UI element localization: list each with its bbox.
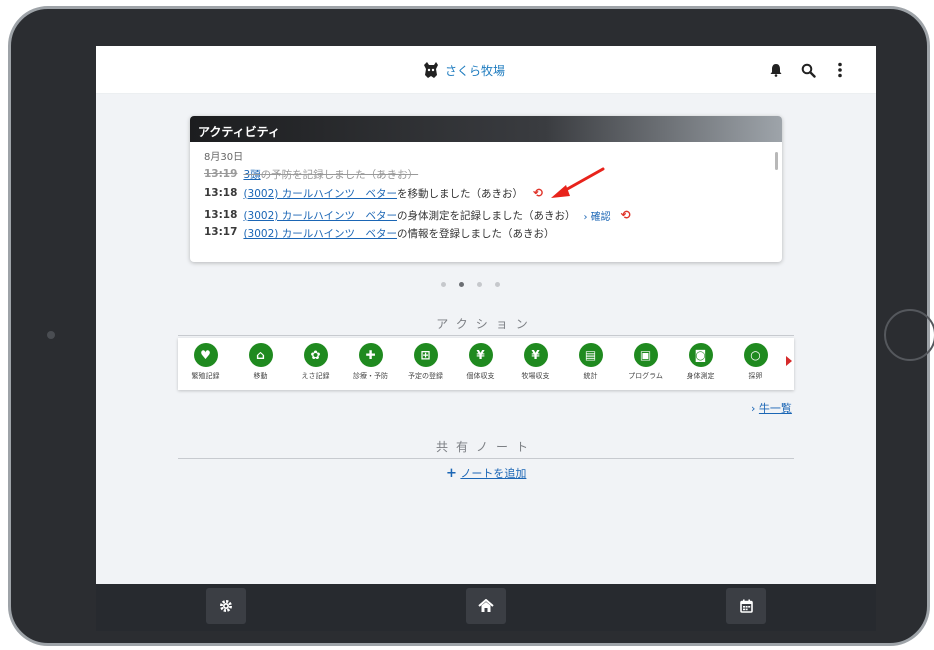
cow-list-link[interactable]: › 牛一覧 <box>751 400 792 416</box>
carousel-dots <box>441 282 500 287</box>
activity-cow-link[interactable]: (3002) カールハインツ ベター <box>243 208 397 223</box>
settings-button[interactable] <box>206 588 246 624</box>
activity-title: アクティビティ <box>190 116 782 142</box>
tablet-home-button[interactable] <box>884 309 934 361</box>
activity-row: 13:17 (3002) カールハインツ ベター の情報を登録しました（あきお） <box>204 226 768 240</box>
action-label: 統計 <box>583 372 598 380</box>
activity-time: 13:18 <box>204 187 238 199</box>
circle-icon: ○ <box>743 343 768 367</box>
bell-icon[interactable] <box>766 60 786 80</box>
confirm-link[interactable]: › 確認 <box>583 208 610 223</box>
cow-list-label: 牛一覧 <box>758 402 792 415</box>
action-label: 個体収支 <box>466 372 495 380</box>
activity-time: 13:18 <box>204 209 238 221</box>
action-stats-button[interactable]: ▤ 統計 <box>563 343 618 390</box>
app-screen: さくら牧場 アクティビティ 8月30日 13:19 3頭 の予防を記録しました（… <box>96 46 876 631</box>
plus-icon: + <box>446 466 457 481</box>
tablet-frame: さくら牧場 アクティビティ 8月30日 13:19 3頭 の予防を記録しました（… <box>8 6 934 646</box>
yen-icon: ¥ <box>523 343 548 367</box>
top-bar: さくら牧場 <box>96 46 876 94</box>
activity-cow-link[interactable]: 3頭 <box>243 167 260 182</box>
add-note-link[interactable]: + ノートを追加 <box>446 465 526 481</box>
barn-icon: ⌂ <box>248 343 273 367</box>
activity-row: 13:18 (3002) カールハインツ ベター を移動しました（あきお） ⟲ <box>204 182 768 204</box>
action-farm-finance-button[interactable]: ¥ 牧場収支 <box>508 343 563 390</box>
activity-text: の予防を記録しました（あきお） <box>260 168 419 181</box>
brand[interactable]: さくら牧場 <box>421 60 505 80</box>
carousel-dot[interactable] <box>441 282 446 287</box>
action-label: えさ記録 <box>301 372 330 380</box>
activity-text: の情報を登録しました（あきお） <box>396 228 555 240</box>
action-breeding-button[interactable]: ♥ 繁殖記録 <box>178 343 233 390</box>
activity-card: アクティビティ 8月30日 13:19 3頭 の予防を記録しました（あきお） 1… <box>190 116 782 262</box>
action-label: 牧場収支 <box>521 372 550 380</box>
calendar-button[interactable] <box>726 588 766 624</box>
clipboard-icon: ▣ <box>633 343 658 367</box>
bar-chart-icon: ▤ <box>578 343 603 367</box>
activity-text: の身体測定を記録しました（あきお） <box>396 209 576 222</box>
chevron-right-icon: › <box>751 402 756 415</box>
activity-time: 13:19 <box>204 168 238 180</box>
camera-dot <box>47 331 55 339</box>
sprout-icon: ✿ <box>303 343 328 367</box>
scroll-right-arrow-icon[interactable] <box>786 356 792 366</box>
action-certificate-button[interactable]: ⬇ 証明 <box>783 343 794 390</box>
actions-title: アクション <box>178 315 794 336</box>
activity-row: 13:19 3頭 の予防を記録しました（あきお） <box>204 166 768 182</box>
search-icon[interactable] <box>798 60 818 80</box>
activity-cow-link[interactable]: (3002) カールハインツ ベター <box>243 186 397 201</box>
action-label: 診療・予防 <box>353 372 388 380</box>
calendar-plus-icon: ⊞ <box>413 343 438 367</box>
action-schedule-button[interactable]: ⊞ 予定の登録 <box>398 343 453 390</box>
medical-clipboard-icon: ✚ <box>358 343 383 367</box>
kebab-menu-icon[interactable] <box>830 60 850 80</box>
carousel-dot-active[interactable] <box>459 282 464 287</box>
shared-notes-title: 共有ノート <box>178 438 794 459</box>
home-button[interactable] <box>466 588 506 624</box>
scale-icon: ◙ <box>688 343 713 367</box>
action-label: 採卵 <box>748 372 763 380</box>
action-label: プログラム <box>628 372 663 380</box>
action-label: 身体測定 <box>686 372 715 380</box>
bottom-nav <box>96 584 876 631</box>
activity-scrollbar[interactable] <box>775 152 778 170</box>
add-note-label: ノートを追加 <box>460 467 527 480</box>
home-icon <box>478 599 494 612</box>
action-medical-button[interactable]: ✚ 診療・予防 <box>343 343 398 390</box>
action-move-button[interactable]: ⌂ 移動 <box>233 343 288 390</box>
carousel-dot[interactable] <box>477 282 482 287</box>
activity-time: 13:17 <box>204 226 238 238</box>
main-content: アクティビティ 8月30日 13:19 3頭 の予防を記録しました（あきお） 1… <box>96 94 876 584</box>
action-label: 予定の登録 <box>408 372 443 380</box>
activity-cow-link[interactable]: (3002) カールハインツ ベター <box>243 226 397 240</box>
cow-logo-icon <box>424 62 438 78</box>
action-label: 繁殖記録 <box>191 372 220 380</box>
action-body-measure-button[interactable]: ◙ 身体測定 <box>673 343 728 390</box>
activity-date: 8月30日 <box>204 152 244 163</box>
action-egg-collect-button[interactable]: ○ 採卵 <box>728 343 783 390</box>
action-bar[interactable]: ♥ 繁殖記録 ⌂ 移動 ✿ えさ記録 ✚ 診療・予防 ⊞ 予定の登録 ¥ 個体収… <box>178 338 794 390</box>
yen-icon: ¥ <box>468 343 493 367</box>
undo-icon[interactable]: ⟲ <box>533 186 543 200</box>
activity-text: を移動しました（あきお） <box>396 187 523 200</box>
action-label: 移動 <box>253 372 268 380</box>
action-individual-finance-button[interactable]: ¥ 個体収支 <box>453 343 508 390</box>
calendar-icon <box>739 599 753 613</box>
action-feed-button[interactable]: ✿ えさ記録 <box>288 343 343 390</box>
action-program-button[interactable]: ▣ プログラム <box>618 343 673 390</box>
heart-icon: ♥ <box>193 343 218 367</box>
activity-list[interactable]: 8月30日 13:19 3頭 の予防を記録しました（あきお） 13:18 (30… <box>190 142 782 240</box>
carousel-dot[interactable] <box>495 282 500 287</box>
activity-row: 13:18 (3002) カールハインツ ベター の身体測定を記録しました（あき… <box>204 204 768 226</box>
gear-icon <box>220 600 232 612</box>
brand-name: さくら牧場 <box>445 63 506 78</box>
undo-icon[interactable]: ⟲ <box>621 208 631 222</box>
